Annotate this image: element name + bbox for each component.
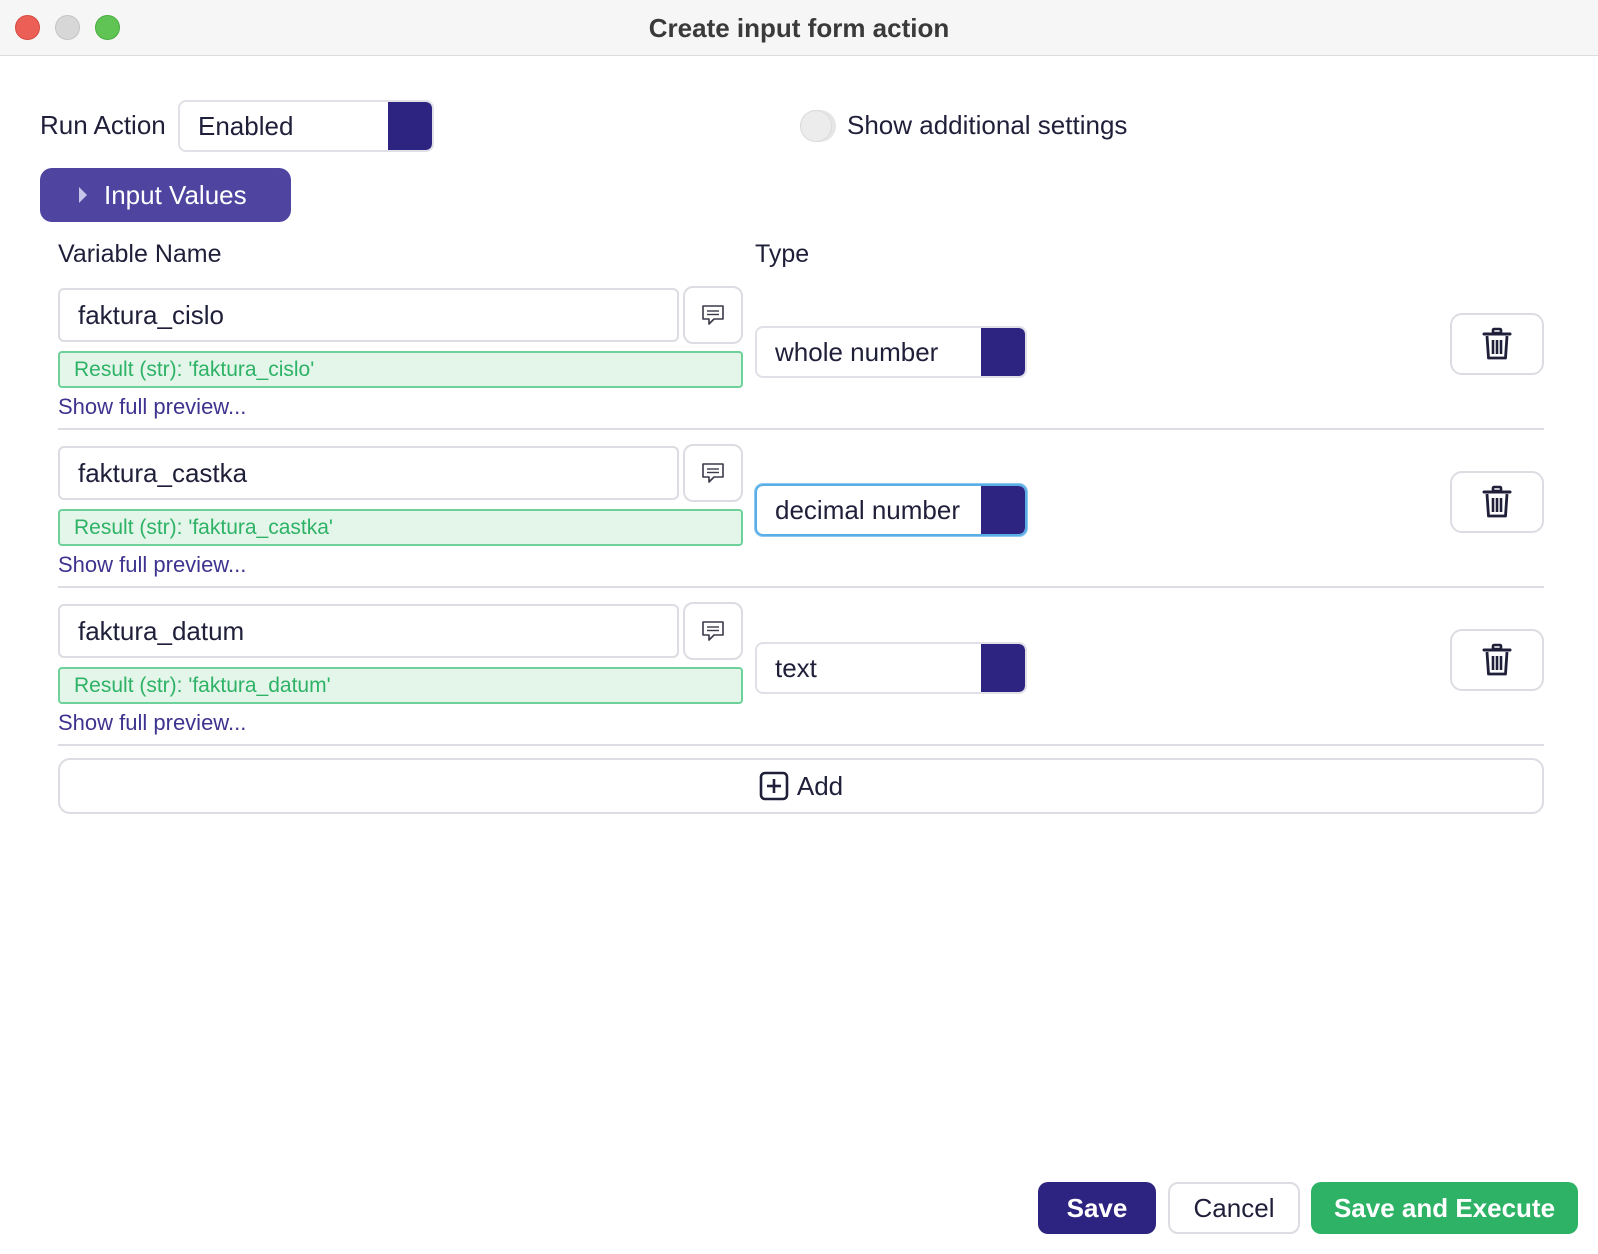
- show-full-preview-link[interactable]: Show full preview...: [58, 552, 246, 578]
- row-divider: [58, 428, 1544, 430]
- save-button[interactable]: Save: [1038, 1182, 1156, 1234]
- trash-icon: [1482, 485, 1512, 518]
- comment-button[interactable]: [683, 602, 743, 660]
- add-label: Add: [796, 770, 844, 801]
- show-full-preview-link[interactable]: Show full preview...: [58, 394, 246, 420]
- dialog-window: Create input form action Run Action Enab…: [0, 0, 1598, 1254]
- variable-name-input[interactable]: faktura_castka: [58, 446, 679, 500]
- run-action-select[interactable]: Enabled: [178, 100, 434, 152]
- input-values-section-button[interactable]: Input Values: [40, 168, 291, 222]
- section-label: Input Values: [104, 179, 247, 210]
- result-preview: Result (str): 'faktura_castka': [58, 509, 743, 546]
- variable-name-input[interactable]: faktura_datum: [58, 604, 679, 658]
- type-select[interactable]: whole number: [755, 326, 1027, 378]
- run-action-value: Enabled: [198, 110, 294, 141]
- variable-row: faktura_datum Result (str): 'faktura_dat…: [0, 602, 1598, 736]
- title-bar: Create input form action: [0, 0, 1598, 56]
- caret-right-icon: [79, 187, 87, 203]
- plus-square-icon: [759, 771, 789, 801]
- run-action-label: Run Action: [40, 110, 166, 140]
- comment-button[interactable]: [683, 444, 743, 502]
- comment-icon: [702, 305, 724, 325]
- row-divider: [58, 586, 1544, 588]
- type-select[interactable]: decimal number: [755, 484, 1027, 536]
- trash-icon: [1482, 327, 1512, 360]
- comment-icon: [702, 463, 724, 483]
- result-preview: Result (str): 'faktura_cislo': [58, 351, 743, 388]
- variable-name-input[interactable]: faktura_cislo: [58, 288, 679, 342]
- type-value: text: [775, 652, 817, 683]
- result-preview: Result (str): 'faktura_datum': [58, 667, 743, 704]
- add-variable-button[interactable]: Add: [58, 758, 1544, 814]
- trash-icon: [1482, 643, 1512, 676]
- window-title: Create input form action: [648, 13, 950, 43]
- cancel-button[interactable]: Cancel: [1168, 1182, 1300, 1234]
- row-divider: [58, 744, 1544, 746]
- dropdown-handle-icon: [981, 644, 1025, 692]
- variable-name-header: Variable Name: [58, 240, 222, 268]
- show-full-preview-link[interactable]: Show full preview...: [58, 710, 246, 736]
- type-select[interactable]: text: [755, 642, 1027, 694]
- type-header: Type: [755, 240, 810, 268]
- additional-settings-toggle[interactable]: [800, 110, 836, 142]
- variable-row: faktura_castka Result (str): 'faktura_ca…: [0, 444, 1598, 578]
- delete-row-button[interactable]: [1450, 629, 1544, 691]
- type-value: decimal number: [775, 494, 960, 525]
- delete-row-button[interactable]: [1450, 313, 1544, 375]
- dropdown-handle-icon: [981, 486, 1025, 534]
- comment-icon: [702, 621, 724, 641]
- delete-row-button[interactable]: [1450, 471, 1544, 533]
- dropdown-handle-icon: [388, 102, 432, 150]
- dropdown-handle-icon: [981, 328, 1025, 376]
- save-and-execute-button[interactable]: Save and Execute: [1311, 1182, 1578, 1234]
- additional-settings-label[interactable]: Show additional settings: [847, 110, 1127, 141]
- type-value: whole number: [775, 336, 939, 367]
- variable-row: faktura_cislo Result (str): 'faktura_cis…: [0, 286, 1598, 420]
- comment-button[interactable]: [683, 286, 743, 344]
